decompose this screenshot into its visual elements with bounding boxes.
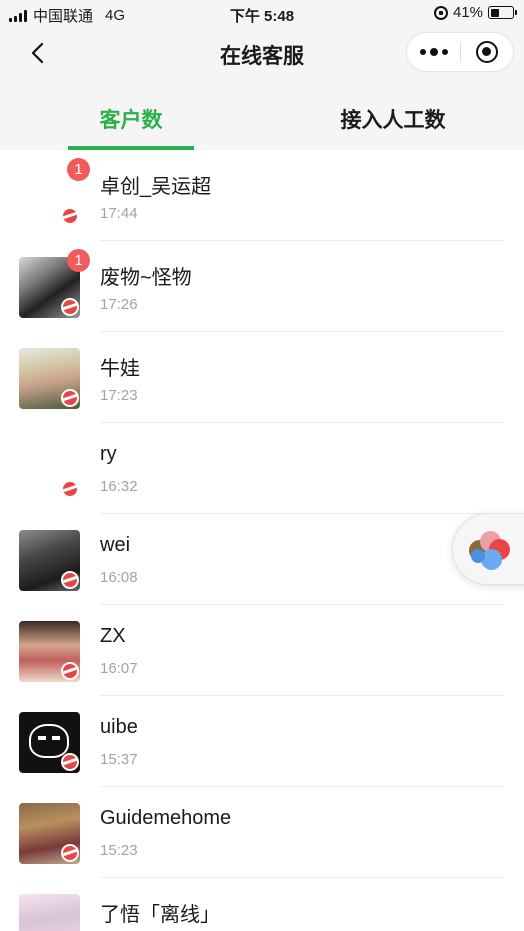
customer-name: ZX	[100, 625, 126, 647]
orientation-lock-icon	[433, 5, 448, 20]
list-item[interactable]: 牛娃 17:23	[0, 332, 524, 423]
channel-icon	[61, 480, 79, 498]
more-dots-icon[interactable]	[407, 33, 460, 71]
tab-human-agent-label: 接入人工数	[340, 109, 446, 132]
target-circle-icon	[475, 41, 498, 63]
unread-badge: 1	[67, 249, 90, 272]
last-message-time: 16:07	[100, 660, 138, 677]
list-item[interactable]: 了悟「离线」	[0, 878, 524, 931]
close-mini-program-button[interactable]	[461, 33, 513, 71]
battery-icon	[488, 6, 517, 19]
nav-bar: 在线客服	[0, 28, 524, 80]
tab-bar: 客户数 接入人工数	[0, 80, 524, 150]
customer-name: 了悟「离线」	[100, 904, 220, 926]
last-message-time: 16:32	[100, 478, 138, 495]
last-message-time: 15:37	[100, 751, 138, 768]
last-message-time: 15:23	[100, 842, 138, 859]
channel-icon	[61, 389, 79, 407]
channel-icon	[61, 844, 79, 862]
list-item[interactable]: Guidemehome 15:23	[0, 787, 524, 878]
list-item[interactable]: ZX 16:07	[0, 605, 524, 696]
unread-badge: 1	[67, 158, 90, 181]
customer-name: ry	[100, 443, 117, 465]
list-item[interactable]: 1 废物~怪物 17:26	[0, 241, 524, 332]
tab-customers[interactable]: 客户数	[0, 80, 262, 150]
list-item[interactable]: 1 卓创_吴运超 17:44	[0, 150, 524, 241]
customer-name: uibe	[100, 716, 138, 738]
customer-name: Guidemehome	[100, 807, 232, 829]
floating-photos-button[interactable]	[452, 513, 524, 585]
photos-pinwheel-icon	[467, 529, 511, 573]
last-message-time: 17:44	[100, 205, 138, 222]
last-message-time: 17:23	[100, 387, 138, 404]
channel-icon	[61, 207, 79, 225]
avatar	[19, 894, 80, 931]
status-right: 41%	[433, 4, 517, 21]
last-message-time: 16:08	[100, 569, 138, 586]
channel-icon	[61, 753, 79, 771]
channel-icon	[61, 662, 79, 680]
channel-icon	[61, 298, 79, 316]
tab-customers-label: 客户数	[99, 109, 163, 132]
customer-name: 废物~怪物	[100, 267, 192, 289]
cat-face-icon	[29, 724, 69, 758]
last-message-time: 17:26	[100, 296, 138, 313]
status-bar: 中国联通 4G 下午 5:48 41%	[0, 0, 524, 28]
list-item[interactable]: wei 16:08	[0, 514, 524, 605]
customer-name: wei	[100, 534, 131, 556]
customer-name: 牛娃	[100, 358, 140, 380]
list-item[interactable]: uibe 15:37	[0, 696, 524, 787]
customer-name: 卓创_吴运超	[100, 176, 212, 198]
mini-program-capsule	[406, 32, 514, 72]
list-item[interactable]: ry 16:32	[0, 423, 524, 514]
customer-list: 1 卓创_吴运超 17:44 1 废物~怪物 17:26 牛娃 17:23 ry…	[0, 150, 524, 931]
channel-icon	[61, 571, 79, 589]
battery-percent: 41%	[452, 4, 483, 21]
tab-human-agent[interactable]: 接入人工数	[262, 80, 524, 150]
